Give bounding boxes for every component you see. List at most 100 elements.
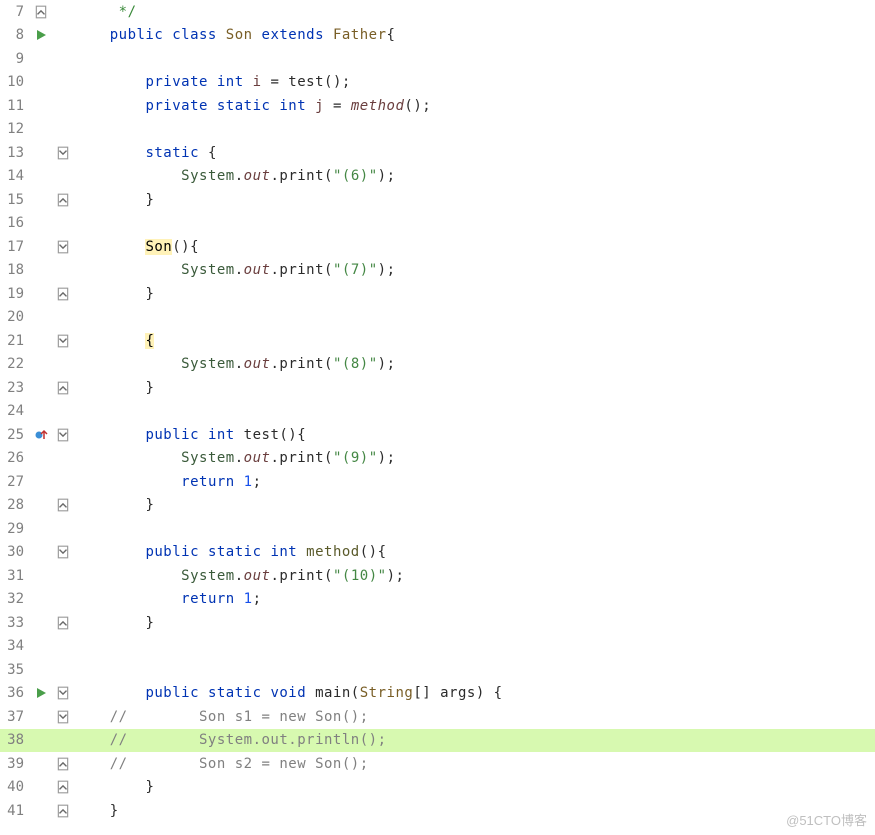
- code-text[interactable]: return 1;: [72, 474, 875, 490]
- code-text[interactable]: System.out.print("(8)");: [72, 356, 875, 372]
- code-text[interactable]: }: [72, 803, 875, 819]
- code-text[interactable]: [72, 403, 875, 419]
- code-text[interactable]: [72, 51, 875, 67]
- code-text[interactable]: System.out.print("(6)");: [72, 168, 875, 184]
- code-line[interactable]: 24: [0, 400, 875, 424]
- code-line[interactable]: 33 }: [0, 611, 875, 635]
- code-line[interactable]: 41 }: [0, 799, 875, 823]
- line-number: 24: [0, 403, 28, 419]
- fold-expand-icon[interactable]: [54, 498, 72, 512]
- code-text[interactable]: private int i = test();: [72, 74, 875, 90]
- fold-collapse-icon[interactable]: [54, 334, 72, 348]
- code-text[interactable]: System.out.print("(9)");: [72, 450, 875, 466]
- code-line[interactable]: 37 // Son s1 = new Son();: [0, 705, 875, 729]
- fold-collapse-icon[interactable]: [54, 146, 72, 160]
- line-number: 11: [0, 98, 28, 114]
- line-number: 33: [0, 615, 28, 631]
- code-line[interactable]: 32 return 1;: [0, 588, 875, 612]
- fold-collapse-icon[interactable]: [54, 240, 72, 254]
- code-text[interactable]: // Son s2 = new Son();: [72, 756, 875, 772]
- code-line[interactable]: 40 }: [0, 776, 875, 800]
- line-number: 29: [0, 521, 28, 537]
- fold-collapse-icon[interactable]: [54, 710, 72, 724]
- code-text[interactable]: */: [72, 4, 875, 20]
- fold-expand-icon[interactable]: [54, 616, 72, 630]
- code-text[interactable]: [72, 638, 875, 654]
- fold-expand-icon[interactable]: [54, 193, 72, 207]
- code-line[interactable]: 10 private int i = test();: [0, 71, 875, 95]
- code-line[interactable]: 30 public static int method(){: [0, 541, 875, 565]
- code-text[interactable]: [72, 521, 875, 537]
- code-line[interactable]: 16: [0, 212, 875, 236]
- code-text[interactable]: [72, 662, 875, 678]
- code-line[interactable]: 39 // Son s2 = new Son();: [0, 752, 875, 776]
- fold-expand-icon[interactable]: [54, 804, 72, 818]
- code-line[interactable]: 12: [0, 118, 875, 142]
- code-line[interactable]: 34: [0, 635, 875, 659]
- code-text[interactable]: private static int j = method();: [72, 98, 875, 114]
- code-text[interactable]: }: [72, 286, 875, 302]
- code-line[interactable]: 7 */: [0, 0, 875, 24]
- code-line[interactable]: 28 }: [0, 494, 875, 518]
- code-line[interactable]: 19 }: [0, 282, 875, 306]
- line-number: 14: [0, 168, 28, 184]
- line-number: 37: [0, 709, 28, 725]
- code-text[interactable]: {: [72, 333, 875, 349]
- code-text[interactable]: [72, 121, 875, 137]
- code-line[interactable]: 35: [0, 658, 875, 682]
- run-gutter-icon[interactable]: [28, 28, 54, 42]
- override-gutter-icon[interactable]: [28, 428, 54, 442]
- fold-collapse-icon[interactable]: [54, 545, 72, 559]
- line-number: 20: [0, 309, 28, 325]
- code-line[interactable]: 21 {: [0, 329, 875, 353]
- code-text[interactable]: }: [72, 615, 875, 631]
- code-line[interactable]: 31 System.out.print("(10)");: [0, 564, 875, 588]
- code-text[interactable]: // Son s1 = new Son();: [72, 709, 875, 725]
- fold-collapse-icon[interactable]: [54, 428, 72, 442]
- code-text[interactable]: }: [72, 380, 875, 396]
- fold-expand-icon[interactable]: [54, 757, 72, 771]
- code-text[interactable]: public class Son extends Father{: [72, 27, 875, 43]
- code-line[interactable]: 8 public class Son extends Father{: [0, 24, 875, 48]
- code-text[interactable]: }: [72, 779, 875, 795]
- code-text[interactable]: }: [72, 497, 875, 513]
- run-gutter-icon[interactable]: [28, 686, 54, 700]
- code-text[interactable]: // System.out.println();: [72, 732, 875, 748]
- code-text[interactable]: public static int method(){: [72, 544, 875, 560]
- line-number: 10: [0, 74, 28, 90]
- code-text[interactable]: static {: [72, 145, 875, 161]
- code-line[interactable]: 22 System.out.print("(8)");: [0, 353, 875, 377]
- code-line[interactable]: 25 public int test(){: [0, 423, 875, 447]
- code-line[interactable]: 29: [0, 517, 875, 541]
- code-text[interactable]: }: [72, 192, 875, 208]
- code-line[interactable]: 38 // System.out.println();: [0, 729, 875, 753]
- line-number: 28: [0, 497, 28, 513]
- code-line[interactable]: 14 System.out.print("(6)");: [0, 165, 875, 189]
- code-text[interactable]: [72, 309, 875, 325]
- code-line[interactable]: 13 static {: [0, 141, 875, 165]
- gutter-mark-empty[interactable]: [28, 5, 54, 19]
- code-text[interactable]: [72, 215, 875, 231]
- code-line[interactable]: 15 }: [0, 188, 875, 212]
- code-line[interactable]: 9: [0, 47, 875, 71]
- code-line[interactable]: 11 private static int j = method();: [0, 94, 875, 118]
- code-line[interactable]: 18 System.out.print("(7)");: [0, 259, 875, 283]
- code-line[interactable]: 20: [0, 306, 875, 330]
- fold-expand-icon[interactable]: [54, 780, 72, 794]
- line-number: 18: [0, 262, 28, 278]
- code-line[interactable]: 36 public static void main(String[] args…: [0, 682, 875, 706]
- code-text[interactable]: public int test(){: [72, 427, 875, 443]
- code-text[interactable]: Son(){: [72, 239, 875, 255]
- code-text[interactable]: System.out.print("(7)");: [72, 262, 875, 278]
- code-text[interactable]: public static void main(String[] args) {: [72, 685, 875, 701]
- code-text[interactable]: return 1;: [72, 591, 875, 607]
- code-line[interactable]: 27 return 1;: [0, 470, 875, 494]
- code-editor[interactable]: 7 */8 public class Son extends Father{9 …: [0, 0, 875, 823]
- code-text[interactable]: System.out.print("(10)");: [72, 568, 875, 584]
- fold-expand-icon[interactable]: [54, 287, 72, 301]
- code-line[interactable]: 26 System.out.print("(9)");: [0, 447, 875, 471]
- fold-expand-icon[interactable]: [54, 381, 72, 395]
- fold-collapse-icon[interactable]: [54, 686, 72, 700]
- code-line[interactable]: 23 }: [0, 376, 875, 400]
- code-line[interactable]: 17 Son(){: [0, 235, 875, 259]
